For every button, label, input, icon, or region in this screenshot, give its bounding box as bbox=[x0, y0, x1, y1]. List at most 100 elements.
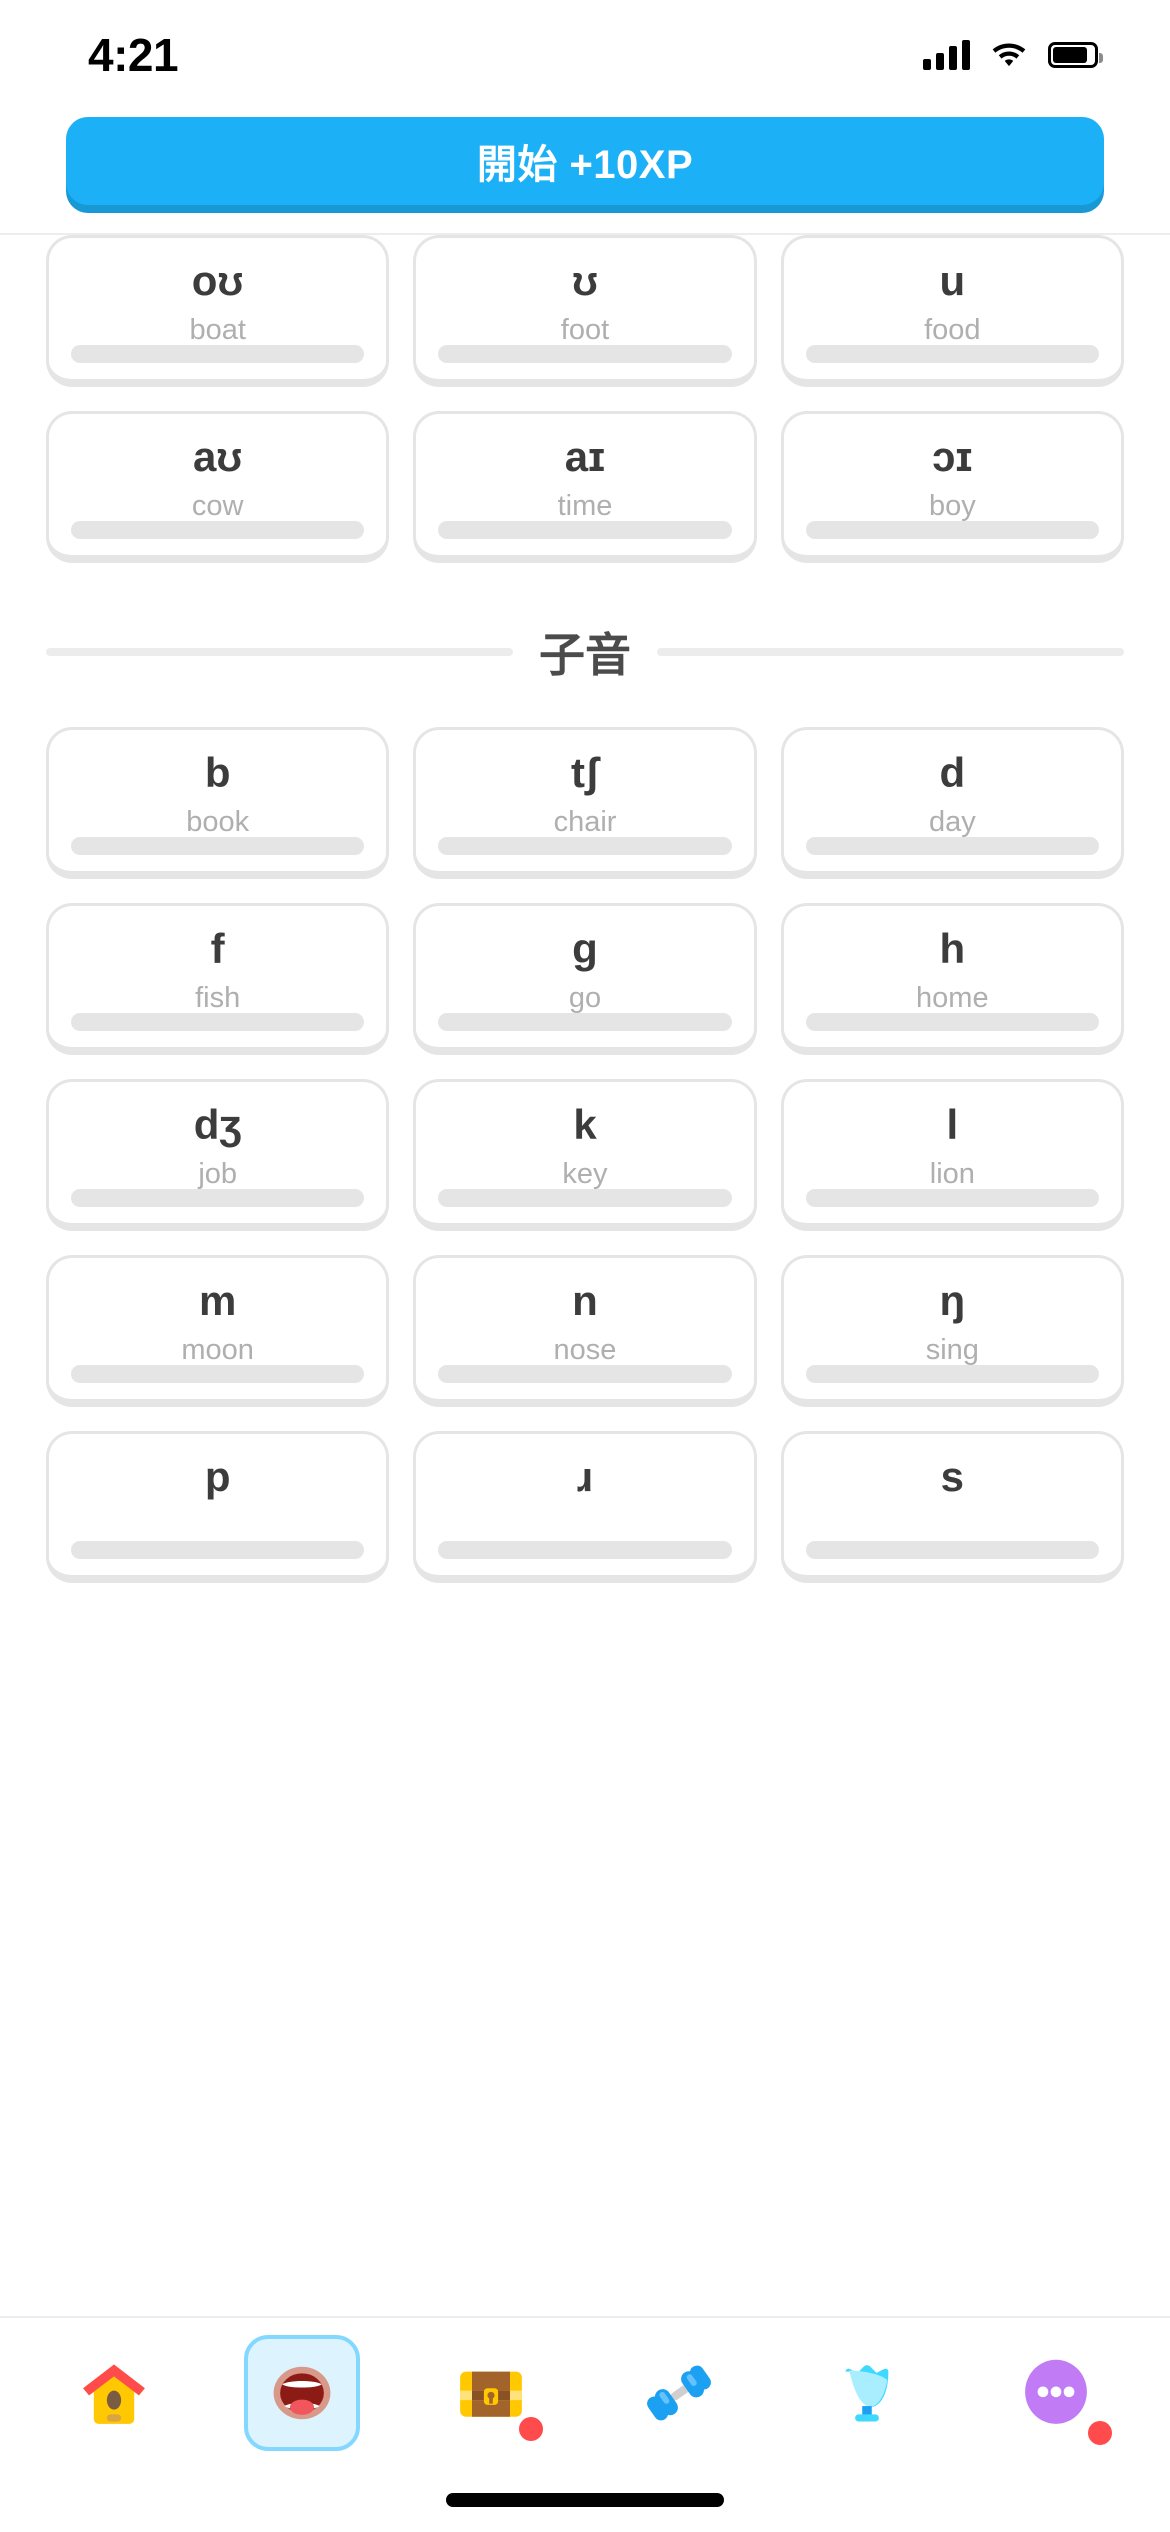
phoneme-row: oʊ boat ʊ foot u food bbox=[46, 235, 1124, 387]
cellular-signal-icon bbox=[923, 40, 970, 70]
phoneme-progress-bar bbox=[71, 1013, 365, 1031]
section-rule-right bbox=[657, 648, 1124, 656]
ellipsis-bubble-icon bbox=[1018, 2355, 1094, 2431]
phoneme-example-word: boy bbox=[928, 490, 976, 522]
phoneme-card[interactable]: tʃ chair bbox=[413, 727, 757, 879]
phoneme-progress-bar bbox=[438, 1365, 732, 1383]
phoneme-symbol: ɹ bbox=[576, 1453, 594, 1500]
house-icon bbox=[76, 2355, 152, 2431]
phoneme-card[interactable]: b book bbox=[46, 727, 390, 879]
tab-trophy[interactable] bbox=[809, 2335, 925, 2451]
phoneme-row: aʊ cow aɪ time ɔɪ boy bbox=[46, 411, 1124, 563]
phoneme-progress-bar bbox=[438, 1541, 732, 1559]
phoneme-symbol: d bbox=[939, 749, 966, 796]
phoneme-symbol: f bbox=[210, 925, 225, 972]
start-button-container: 開始 +10XP bbox=[0, 110, 1170, 233]
phoneme-progress-bar bbox=[438, 521, 732, 539]
phoneme-example-word: job bbox=[198, 1158, 238, 1190]
phoneme-symbol: b bbox=[204, 749, 231, 796]
more-badge bbox=[1087, 2421, 1112, 2445]
phoneme-progress-bar bbox=[805, 345, 1099, 363]
phoneme-example-word: book bbox=[186, 806, 250, 838]
phoneme-card[interactable]: u food bbox=[780, 235, 1124, 387]
section-title: 子音 bbox=[539, 629, 631, 681]
phoneme-symbol: aʊ bbox=[192, 433, 243, 480]
home-indicator bbox=[0, 2468, 1170, 2532]
phoneme-symbol: tʃ bbox=[571, 749, 599, 796]
phoneme-card[interactable]: ɹ bbox=[413, 1431, 757, 1583]
phoneme-symbol: s bbox=[940, 1453, 964, 1500]
phoneme-progress-bar bbox=[438, 837, 732, 855]
phoneme-card[interactable]: d day bbox=[780, 727, 1124, 879]
phoneme-card[interactable]: n nose bbox=[413, 1255, 757, 1407]
phoneme-card[interactable]: ɔɪ boy bbox=[780, 411, 1124, 563]
wifi-icon bbox=[990, 39, 1028, 72]
status-time: 4:21 bbox=[88, 29, 179, 81]
phoneme-symbol: m bbox=[198, 1277, 237, 1324]
phoneme-symbol: p bbox=[204, 1453, 231, 1500]
phoneme-progress-bar bbox=[805, 1189, 1099, 1207]
status-indicators bbox=[923, 39, 1103, 72]
phoneme-example-word: time bbox=[557, 490, 613, 522]
phoneme-example-word: nose bbox=[553, 1334, 617, 1366]
mouth-icon bbox=[267, 2358, 337, 2428]
phoneme-symbol: ŋ bbox=[939, 1277, 966, 1324]
phoneme-example-word: day bbox=[928, 806, 976, 838]
phoneme-progress-bar bbox=[805, 1365, 1099, 1383]
tab-pronunciation[interactable] bbox=[244, 2335, 361, 2451]
phoneme-example-word: boat bbox=[189, 314, 246, 346]
treasure-badge bbox=[518, 2417, 543, 2441]
phoneme-card[interactable]: f fish bbox=[46, 903, 390, 1055]
phoneme-card[interactable]: g go bbox=[413, 903, 757, 1055]
phoneme-card[interactable]: m moon bbox=[46, 1255, 390, 1407]
phoneme-card[interactable]: h home bbox=[780, 903, 1124, 1055]
phoneme-symbol: l bbox=[946, 1101, 959, 1148]
status-bar: 4:21 bbox=[0, 0, 1170, 110]
phoneme-card[interactable]: ŋ sing bbox=[780, 1255, 1124, 1407]
phoneme-progress-bar bbox=[805, 837, 1099, 855]
trophy-icon bbox=[829, 2355, 905, 2431]
phoneme-example-word: chair bbox=[553, 806, 617, 838]
phoneme-card[interactable]: l lion bbox=[780, 1079, 1124, 1231]
bottom-tab-bar bbox=[0, 2318, 1170, 2468]
treasure-chest-icon bbox=[453, 2355, 529, 2431]
phoneme-row: b book tʃ chair d day bbox=[46, 727, 1124, 879]
app-screen: 4:21 開始 +10XP oʊ boat ʊ foot u food aʊ cow aɪ tim… bbox=[0, 0, 1170, 2532]
phoneme-progress-bar bbox=[71, 1189, 365, 1207]
tab-treasure[interactable] bbox=[433, 2335, 549, 2451]
tab-home[interactable] bbox=[56, 2335, 172, 2451]
phoneme-card[interactable]: s bbox=[780, 1431, 1124, 1583]
phoneme-card[interactable]: aʊ cow bbox=[46, 411, 390, 563]
phoneme-symbol: dʒ bbox=[193, 1101, 242, 1148]
phoneme-card[interactable]: k key bbox=[413, 1079, 757, 1231]
phoneme-symbol: ɔɪ bbox=[932, 433, 973, 480]
tab-more[interactable] bbox=[998, 2335, 1114, 2451]
phoneme-example-word: fish bbox=[195, 982, 241, 1014]
phoneme-progress-bar bbox=[438, 1189, 732, 1207]
start-lesson-button[interactable]: 開始 +10XP bbox=[66, 117, 1104, 205]
phoneme-symbol: n bbox=[572, 1277, 598, 1324]
tab-workout[interactable] bbox=[621, 2335, 737, 2451]
phoneme-example-word: sing bbox=[925, 1334, 979, 1366]
phoneme-symbol: g bbox=[572, 925, 598, 972]
phoneme-card[interactable]: ʊ foot bbox=[413, 235, 757, 387]
phoneme-list[interactable]: oʊ boat ʊ foot u food aʊ cow aɪ time ɔɪ boy 子音 b book t… bbox=[0, 235, 1170, 2316]
phoneme-row: m moon n nose ŋ sing bbox=[46, 1255, 1124, 1407]
phoneme-example-word: moon bbox=[181, 1334, 254, 1366]
phoneme-card[interactable]: p bbox=[46, 1431, 390, 1583]
battery-icon bbox=[1048, 42, 1103, 68]
phoneme-progress-bar bbox=[71, 345, 365, 363]
phoneme-example-word: key bbox=[562, 1158, 608, 1190]
phoneme-progress-bar bbox=[438, 345, 732, 363]
phoneme-symbol: k bbox=[573, 1101, 597, 1148]
phoneme-card[interactable]: oʊ boat bbox=[46, 235, 390, 387]
phoneme-card[interactable]: dʒ job bbox=[46, 1079, 390, 1231]
phoneme-row: pɹs bbox=[46, 1431, 1124, 1583]
phoneme-card[interactable]: aɪ time bbox=[413, 411, 757, 563]
home-indicator-bar bbox=[446, 2493, 724, 2507]
phoneme-progress-bar bbox=[71, 521, 365, 539]
section-rule-left bbox=[46, 648, 513, 656]
phoneme-symbol: ʊ bbox=[571, 257, 599, 304]
phoneme-symbol: u bbox=[939, 257, 966, 304]
phoneme-symbol: oʊ bbox=[191, 257, 244, 304]
